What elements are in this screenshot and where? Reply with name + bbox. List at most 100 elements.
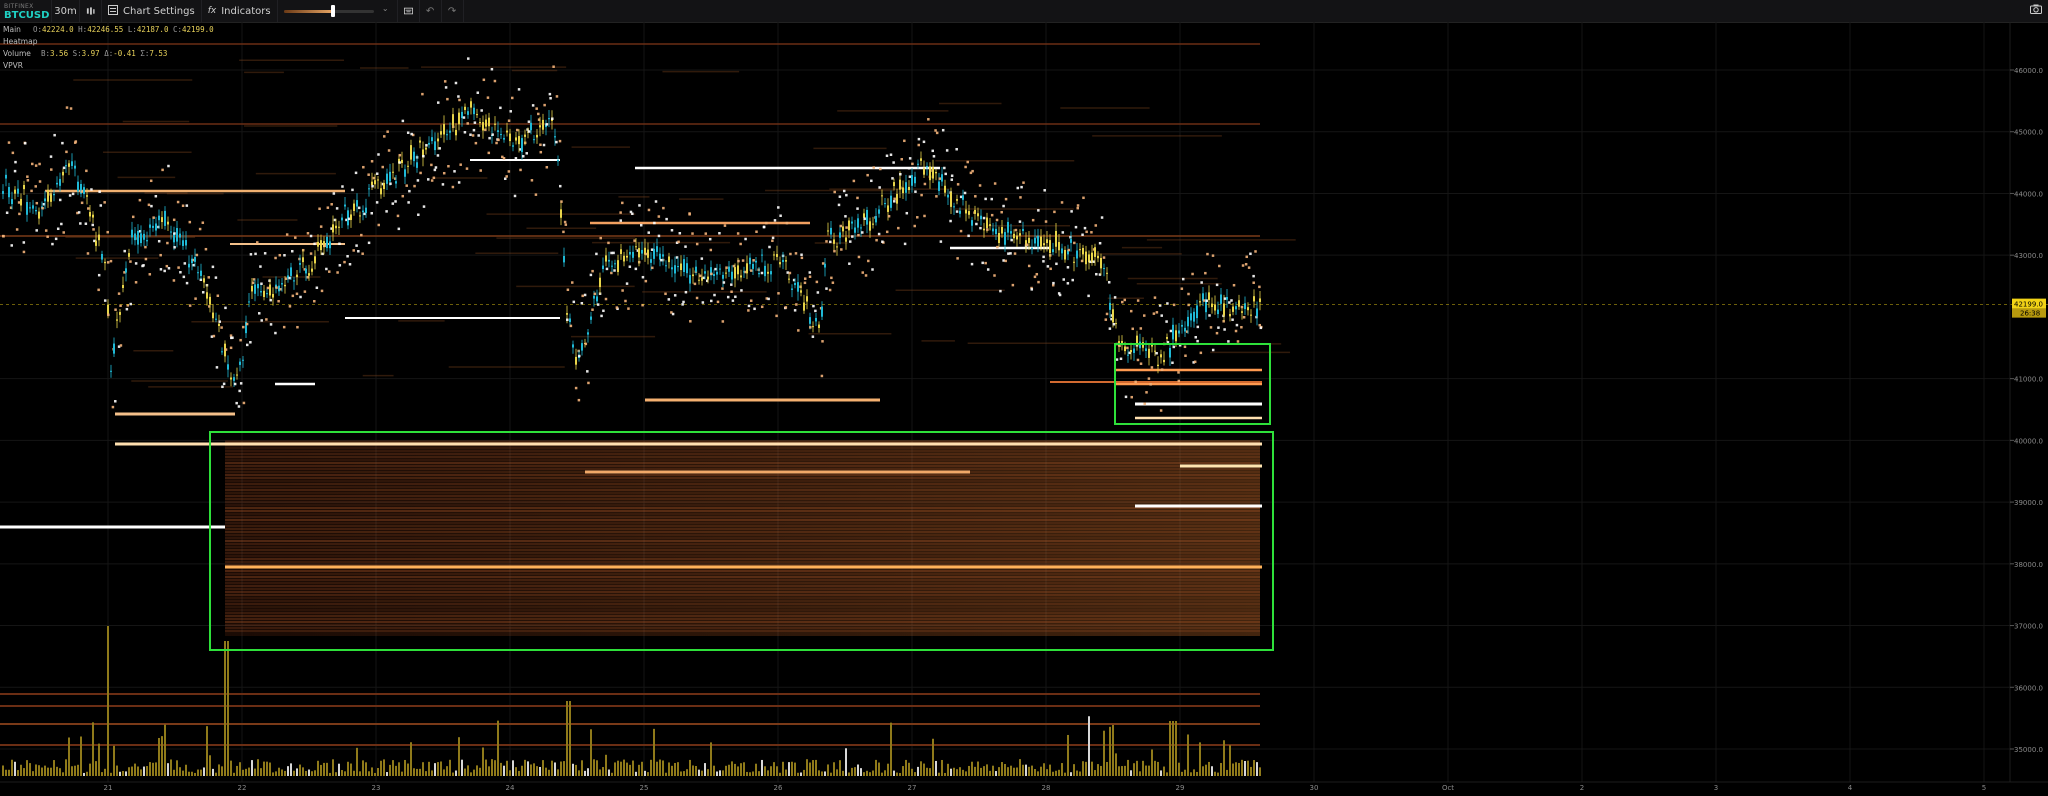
candle-body xyxy=(989,224,991,226)
candle-body xyxy=(116,319,118,321)
volume-bar xyxy=(1175,721,1177,776)
candle-body xyxy=(773,254,775,256)
trade-dot xyxy=(237,405,241,408)
candle-body xyxy=(1043,243,1045,246)
trade-dot xyxy=(771,236,775,240)
price-tick-label: 44000.0 xyxy=(2014,190,2043,198)
trade-dot xyxy=(442,171,446,175)
candle-body xyxy=(461,111,463,119)
trade-dot xyxy=(249,341,252,344)
trade-dot xyxy=(15,228,19,231)
interval-selector[interactable]: 30m xyxy=(52,0,80,22)
volume-bar xyxy=(11,759,13,776)
legend-sell-key: S: xyxy=(72,49,82,58)
trade-dot xyxy=(545,123,549,126)
trade-dot xyxy=(2,234,5,238)
trade-dot xyxy=(833,190,836,194)
candle-body xyxy=(203,278,205,283)
candle-body xyxy=(845,237,847,242)
candle-body xyxy=(443,124,445,135)
trade-dot xyxy=(106,230,109,234)
trade-dot xyxy=(357,249,360,253)
volume-bar xyxy=(329,772,331,776)
volume-bar xyxy=(383,759,385,776)
trade-dot xyxy=(560,200,563,203)
volume-bar xyxy=(932,738,934,776)
undo-icon[interactable]: ↶ xyxy=(420,0,442,22)
heatmap-intensity-slider[interactable]: ⌄ xyxy=(278,0,398,22)
trade-dot xyxy=(750,269,753,272)
candle-body xyxy=(344,204,346,207)
trade-dot xyxy=(1241,264,1245,267)
trade-dot xyxy=(949,219,952,223)
trade-dot xyxy=(201,221,205,224)
candle-body xyxy=(965,209,967,214)
trade-dot xyxy=(1232,283,1236,287)
trade-dot xyxy=(653,221,656,225)
trade-dot xyxy=(258,312,261,315)
trade-dot xyxy=(291,249,294,253)
candle-body xyxy=(1181,324,1183,327)
trade-dot xyxy=(704,232,708,235)
slider-chevron-icon[interactable]: ⌄ xyxy=(382,4,389,13)
candle-body xyxy=(770,271,772,275)
volume-bar xyxy=(851,767,853,776)
volume-bar xyxy=(809,762,811,776)
volume-bar xyxy=(914,772,916,776)
trade-dot xyxy=(710,299,713,303)
trade-dot xyxy=(476,91,480,94)
volume-bar xyxy=(1178,762,1180,776)
trade-dot xyxy=(1242,316,1246,319)
candle-body xyxy=(155,223,157,231)
trade-dot xyxy=(577,398,581,402)
camera-icon[interactable] xyxy=(2030,4,2042,17)
volume-bar xyxy=(593,759,595,776)
keyboard-icon[interactable] xyxy=(398,0,420,22)
slider-thumb[interactable] xyxy=(331,5,336,17)
trade-dot xyxy=(505,175,508,178)
candle-body xyxy=(350,214,352,220)
volume-bar xyxy=(860,768,862,776)
indicators-button[interactable]: fx Indicators xyxy=(202,0,278,22)
volume-bar xyxy=(1250,766,1252,776)
trade-dot xyxy=(152,216,155,219)
trade-dot xyxy=(682,300,685,304)
volume-bar xyxy=(1037,771,1039,776)
volume-bar xyxy=(317,760,319,776)
candle-body xyxy=(437,138,439,142)
volume-bar xyxy=(392,760,394,776)
bar-type-icon[interactable] xyxy=(80,0,102,22)
price-tick-label: 46000.0 xyxy=(2014,67,2043,75)
trade-dot xyxy=(245,343,249,347)
candle-body xyxy=(803,302,805,311)
candle-body xyxy=(446,134,448,136)
trade-dot xyxy=(141,264,144,268)
trade-dot xyxy=(103,299,107,302)
candles xyxy=(0,57,2048,412)
candle-body xyxy=(497,130,499,132)
trade-dot xyxy=(377,223,380,227)
trade-dot xyxy=(490,67,494,71)
trade-dot xyxy=(326,206,330,209)
chart-settings-button[interactable]: Chart Settings xyxy=(102,0,202,22)
trade-dot xyxy=(537,112,540,116)
trade-dot xyxy=(131,215,135,219)
price-chart[interactable]: 46000.045000.044000.043000.041000.040000… xyxy=(0,22,2048,796)
redo-icon[interactable]: ↷ xyxy=(442,0,464,22)
trade-dot xyxy=(1004,197,1008,201)
symbol-selector[interactable]: BITFINEX BTCUSD xyxy=(0,0,52,22)
trade-dot xyxy=(163,269,166,273)
trade-dot xyxy=(377,153,380,156)
candle-body xyxy=(758,273,760,275)
trade-dot xyxy=(1165,320,1168,323)
volume-bar xyxy=(569,701,571,776)
trade-dot xyxy=(453,170,456,173)
trade-dot xyxy=(159,268,163,271)
trade-dot xyxy=(493,79,497,83)
volume-bar xyxy=(548,769,550,776)
candle-body xyxy=(185,240,187,246)
trade-dot xyxy=(1152,312,1156,315)
trade-dot xyxy=(362,165,365,169)
trade-dot xyxy=(285,233,289,236)
trade-dot xyxy=(441,183,445,186)
